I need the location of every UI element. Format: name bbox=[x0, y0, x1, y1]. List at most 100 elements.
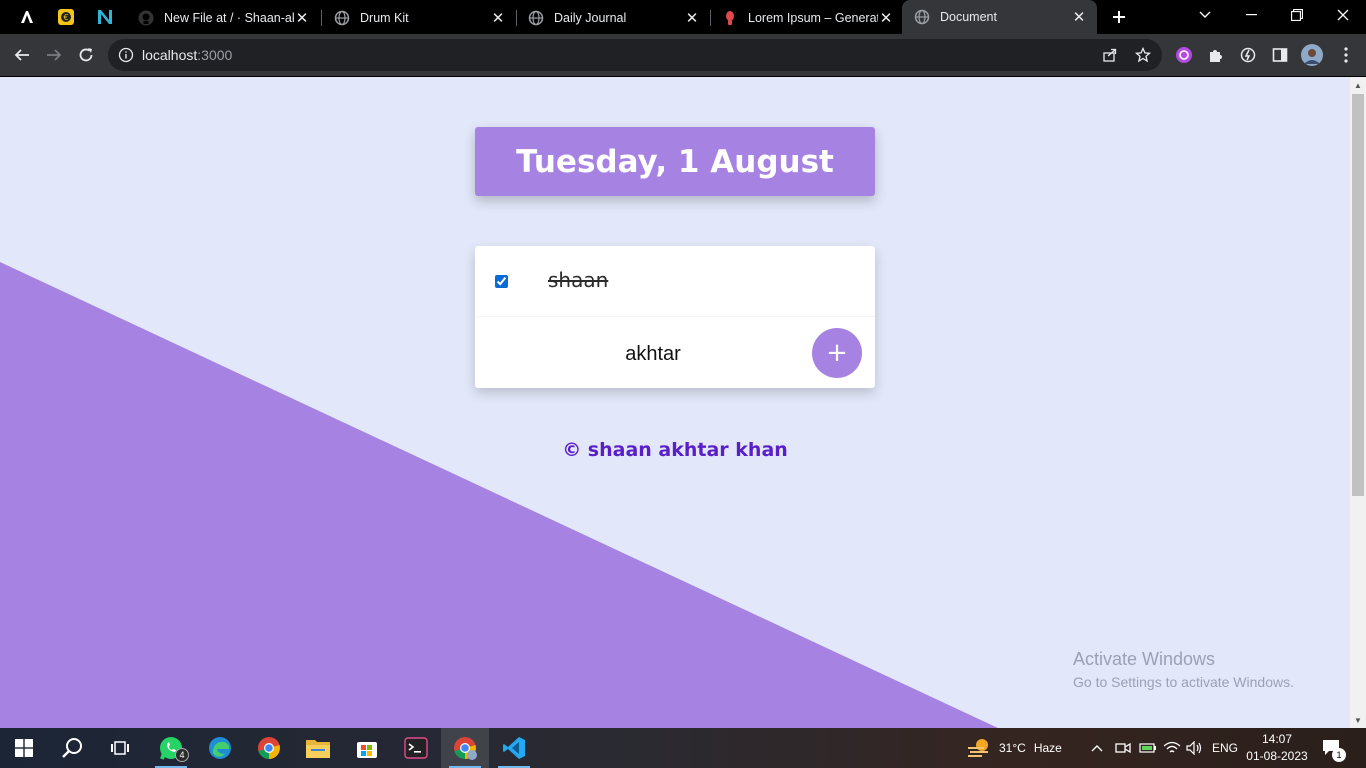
close-icon bbox=[1337, 9, 1349, 21]
extension-circle-icon bbox=[1176, 47, 1192, 63]
info-icon[interactable] bbox=[118, 47, 134, 63]
restore-button[interactable] bbox=[1274, 0, 1320, 30]
network-button[interactable] bbox=[1163, 728, 1181, 768]
page-scrollbar[interactable]: ▲ ▼ bbox=[1350, 77, 1366, 728]
watermark-title: Activate Windows bbox=[1073, 649, 1216, 669]
watermark-subtitle: Go to Settings to activate Windows. bbox=[1073, 674, 1294, 690]
arrow-right-icon bbox=[47, 49, 62, 61]
page-title: Tuesday, 1 August bbox=[516, 143, 834, 180]
close-icon[interactable]: ✕ bbox=[684, 10, 700, 27]
menu-button[interactable] bbox=[1334, 41, 1358, 69]
side-panel-button[interactable] bbox=[1266, 41, 1294, 69]
pinned-tab-coin[interactable]: € bbox=[47, 0, 85, 34]
task-view-icon bbox=[111, 741, 129, 755]
scrollbar-thumb[interactable] bbox=[1352, 94, 1364, 496]
notification-center-button[interactable]: 1 bbox=[1322, 728, 1346, 768]
footer-text: © shaan akhtar khan bbox=[562, 439, 788, 461]
start-button[interactable] bbox=[0, 728, 48, 768]
page-viewport: Tuesday, 1 August shaan + © shaan akhtar… bbox=[0, 77, 1350, 728]
list-item: shaan bbox=[475, 246, 875, 317]
close-icon[interactable]: ✕ bbox=[490, 10, 506, 27]
pinned-tab-lambda[interactable] bbox=[8, 0, 46, 34]
add-item-button[interactable]: + bbox=[812, 328, 862, 378]
taskbar-edge[interactable] bbox=[196, 728, 244, 768]
globe-icon bbox=[528, 10, 544, 26]
new-item-input[interactable] bbox=[515, 334, 791, 374]
volume-button[interactable] bbox=[1186, 728, 1204, 768]
tab-title: Lorem Ipsum – Generato bbox=[748, 11, 878, 25]
taskbar-file-explorer[interactable] bbox=[294, 728, 342, 768]
clock[interactable]: 14:07 01-08-2023 bbox=[1244, 731, 1310, 765]
back-button[interactable] bbox=[8, 41, 36, 69]
more-vertical-icon bbox=[1344, 47, 1348, 63]
taskbar-terminal[interactable] bbox=[392, 728, 440, 768]
weather-widget[interactable]: 31°C Haze bbox=[966, 728, 1062, 768]
github-icon bbox=[138, 10, 154, 26]
tab-title: Document bbox=[940, 10, 997, 24]
tab-daily-journal[interactable]: Daily Journal ✕ bbox=[516, 2, 710, 34]
lorem-icon bbox=[722, 10, 738, 26]
scroll-up-arrow-icon[interactable]: ▲ bbox=[1350, 77, 1366, 93]
chrome-icon bbox=[258, 737, 280, 759]
share-icon[interactable] bbox=[1102, 47, 1118, 63]
heading-box: Tuesday, 1 August bbox=[475, 127, 875, 196]
clock-date: 01-08-2023 bbox=[1246, 749, 1308, 763]
store-icon bbox=[357, 742, 377, 758]
task-view-button[interactable] bbox=[96, 728, 144, 768]
taskbar-whatsapp[interactable]: 4 bbox=[147, 728, 195, 768]
extension-purple-button[interactable] bbox=[1170, 41, 1198, 69]
bookmark-star-icon[interactable] bbox=[1135, 47, 1151, 63]
profile-button[interactable] bbox=[1298, 41, 1326, 69]
close-window-button[interactable] bbox=[1320, 0, 1366, 30]
tab-title: New File at / · Shaan-akh bbox=[164, 11, 294, 25]
vscode-icon bbox=[503, 737, 525, 759]
close-icon[interactable]: ✕ bbox=[294, 10, 310, 27]
svg-text:€: € bbox=[63, 13, 68, 22]
weather-temp: 31°C bbox=[999, 741, 1026, 755]
battery-button[interactable] bbox=[1139, 728, 1157, 768]
taskbar-store[interactable] bbox=[343, 728, 391, 768]
taskbar-vscode[interactable] bbox=[490, 728, 538, 768]
chrome-icon bbox=[454, 737, 477, 760]
close-icon[interactable]: ✕ bbox=[878, 10, 894, 27]
battery-icon bbox=[1139, 743, 1156, 753]
item-checkbox[interactable] bbox=[495, 275, 508, 288]
language-button[interactable]: ENG bbox=[1212, 728, 1238, 768]
reload-button[interactable] bbox=[72, 41, 100, 69]
coin-app-icon: € bbox=[58, 9, 74, 25]
pinned-tab-n[interactable] bbox=[86, 0, 124, 34]
search-button[interactable] bbox=[48, 728, 96, 768]
forward-button[interactable] bbox=[40, 41, 68, 69]
tab-new-file[interactable]: New File at / · Shaan-akh ✕ bbox=[126, 2, 320, 34]
new-tab-button[interactable] bbox=[1106, 4, 1132, 30]
edge-icon bbox=[209, 737, 231, 759]
tab-search-button[interactable] bbox=[1182, 0, 1228, 30]
notification-count: 1 bbox=[1332, 748, 1346, 762]
extensions-button[interactable] bbox=[1202, 41, 1230, 69]
show-hidden-icons-button[interactable] bbox=[1091, 728, 1103, 768]
side-panel-icon bbox=[1272, 48, 1288, 62]
activate-windows-watermark: Activate Windows Go to Settings to activ… bbox=[1073, 649, 1294, 690]
taskbar-chrome-profile[interactable] bbox=[441, 728, 489, 768]
tab-lorem-ipsum[interactable]: Lorem Ipsum – Generato ✕ bbox=[710, 2, 904, 34]
url-host: localhost bbox=[142, 47, 198, 63]
todo-list-box: shaan + bbox=[475, 246, 875, 388]
plus-icon bbox=[1113, 11, 1125, 23]
chevron-up-icon bbox=[1091, 745, 1103, 752]
tab-drum-kit[interactable]: Drum Kit ✕ bbox=[322, 2, 516, 34]
tab-title: Daily Journal bbox=[554, 11, 627, 25]
minimize-icon bbox=[1245, 14, 1257, 16]
close-icon[interactable]: ✕ bbox=[1071, 9, 1087, 26]
tab-document[interactable]: Document ✕ bbox=[902, 0, 1097, 34]
meet-now-button[interactable] bbox=[1115, 728, 1131, 768]
scroll-down-arrow-icon[interactable]: ▼ bbox=[1350, 712, 1366, 728]
taskbar-chrome[interactable] bbox=[245, 728, 293, 768]
minimize-button[interactable] bbox=[1228, 0, 1274, 30]
wifi-icon bbox=[1163, 741, 1181, 753]
weather-haze-icon bbox=[968, 739, 988, 757]
url-port: :3000 bbox=[197, 47, 233, 63]
reload-icon bbox=[79, 48, 93, 62]
address-bar[interactable]: localhost:3000 bbox=[108, 39, 1162, 71]
speaker-icon bbox=[1186, 741, 1202, 755]
performance-button[interactable] bbox=[1234, 41, 1262, 69]
